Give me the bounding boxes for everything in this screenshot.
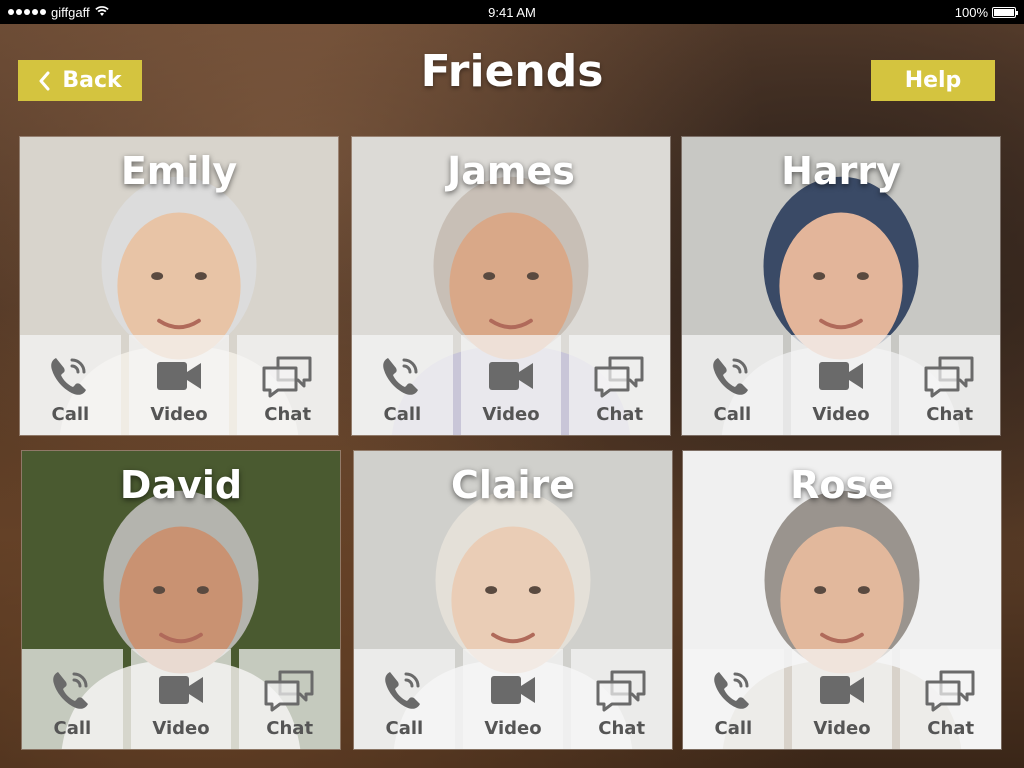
video-button[interactable]: Video bbox=[790, 335, 892, 435]
chat-label: Chat bbox=[264, 404, 312, 425]
chat-bubbles-icon bbox=[923, 666, 979, 714]
phone-icon bbox=[705, 666, 761, 714]
status-right: 100% bbox=[716, 4, 1018, 20]
chat-bubbles-icon bbox=[592, 352, 648, 400]
status-left: giffgaff bbox=[8, 5, 308, 20]
battery-icon bbox=[992, 6, 1018, 18]
chat-button[interactable]: Chat bbox=[237, 335, 338, 435]
video-label: Video bbox=[152, 718, 210, 739]
friend-name: David bbox=[119, 463, 243, 507]
chat-label: Chat bbox=[598, 718, 646, 739]
friend-card[interactable]: Claire Call Video Chat bbox=[353, 450, 673, 750]
video-button[interactable]: Video bbox=[460, 335, 562, 435]
call-label: Call bbox=[385, 718, 424, 739]
chat-button[interactable]: Chat bbox=[571, 649, 672, 749]
chat-label: Chat bbox=[596, 404, 644, 425]
friend-actions: Call Video Chat bbox=[352, 335, 670, 435]
call-button[interactable]: Call bbox=[354, 649, 455, 749]
friend-name: Rose bbox=[790, 463, 894, 507]
status-bar: giffgaff 9:41 AM 100% bbox=[0, 0, 1024, 24]
call-label: Call bbox=[714, 718, 753, 739]
friend-card[interactable]: Emily Call Video Chat bbox=[19, 136, 339, 436]
video-label: Video bbox=[484, 718, 542, 739]
video-label: Video bbox=[482, 404, 540, 425]
friend-actions: Call Video Chat bbox=[682, 335, 1000, 435]
video-button[interactable]: Video bbox=[128, 335, 230, 435]
video-camera-icon bbox=[151, 352, 207, 400]
call-button[interactable]: Call bbox=[683, 649, 784, 749]
chat-bubbles-icon bbox=[260, 352, 316, 400]
call-button[interactable]: Call bbox=[22, 649, 123, 749]
help-button[interactable]: Help bbox=[871, 60, 995, 101]
chat-label: Chat bbox=[266, 718, 314, 739]
call-button[interactable]: Call bbox=[682, 335, 783, 435]
carrier-label: giffgaff bbox=[51, 4, 90, 20]
call-label: Call bbox=[713, 404, 752, 425]
friend-card[interactable]: David Call Video Chat bbox=[21, 450, 341, 750]
chat-button[interactable]: Chat bbox=[239, 649, 340, 749]
friend-name: Emily bbox=[120, 149, 238, 193]
video-label: Video bbox=[813, 718, 871, 739]
phone-icon bbox=[704, 352, 760, 400]
video-camera-icon bbox=[813, 352, 869, 400]
battery-label: 100% bbox=[954, 4, 988, 20]
friend-actions: Call Video Chat bbox=[683, 649, 1001, 749]
video-camera-icon bbox=[483, 352, 539, 400]
friend-name: Harry bbox=[781, 149, 901, 193]
call-label: Call bbox=[383, 404, 422, 425]
chat-button[interactable]: Chat bbox=[899, 335, 1000, 435]
video-camera-icon bbox=[814, 666, 870, 714]
phone-icon bbox=[42, 352, 98, 400]
phone-icon bbox=[374, 352, 430, 400]
phone-icon bbox=[44, 666, 100, 714]
phone-icon bbox=[376, 666, 432, 714]
chat-label: Chat bbox=[926, 404, 974, 425]
friend-actions: Call Video Chat bbox=[20, 335, 338, 435]
wifi-icon bbox=[94, 5, 109, 20]
chat-button[interactable]: Chat bbox=[900, 649, 1001, 749]
video-button[interactable]: Video bbox=[130, 649, 232, 749]
friend-actions: Call Video Chat bbox=[22, 649, 340, 749]
friend-name: Claire bbox=[450, 463, 576, 507]
chat-label: Chat bbox=[927, 718, 975, 739]
friend-card[interactable]: Rose Call Video Chat bbox=[682, 450, 1002, 750]
video-button[interactable]: Video bbox=[462, 649, 564, 749]
video-camera-icon bbox=[485, 666, 541, 714]
chat-bubbles-icon bbox=[262, 666, 318, 714]
header: Back Friends Help bbox=[0, 24, 1024, 134]
chat-bubbles-icon bbox=[922, 352, 978, 400]
video-camera-icon bbox=[153, 666, 209, 714]
video-button[interactable]: Video bbox=[791, 649, 893, 749]
friend-actions: Call Video Chat bbox=[354, 649, 672, 749]
call-label: Call bbox=[53, 718, 92, 739]
video-label: Video bbox=[150, 404, 208, 425]
call-label: Call bbox=[51, 404, 90, 425]
chat-button[interactable]: Chat bbox=[569, 335, 670, 435]
status-time: 9:41 AM bbox=[488, 4, 536, 20]
friend-card[interactable]: James Call Video Chat bbox=[351, 136, 671, 436]
friend-card[interactable]: Harry Call Video Chat bbox=[681, 136, 1001, 436]
chat-bubbles-icon bbox=[594, 666, 650, 714]
call-button[interactable]: Call bbox=[20, 335, 121, 435]
call-button[interactable]: Call bbox=[352, 335, 453, 435]
video-label: Video bbox=[812, 404, 870, 425]
friend-name: James bbox=[447, 149, 575, 193]
signal-icon bbox=[8, 9, 46, 15]
